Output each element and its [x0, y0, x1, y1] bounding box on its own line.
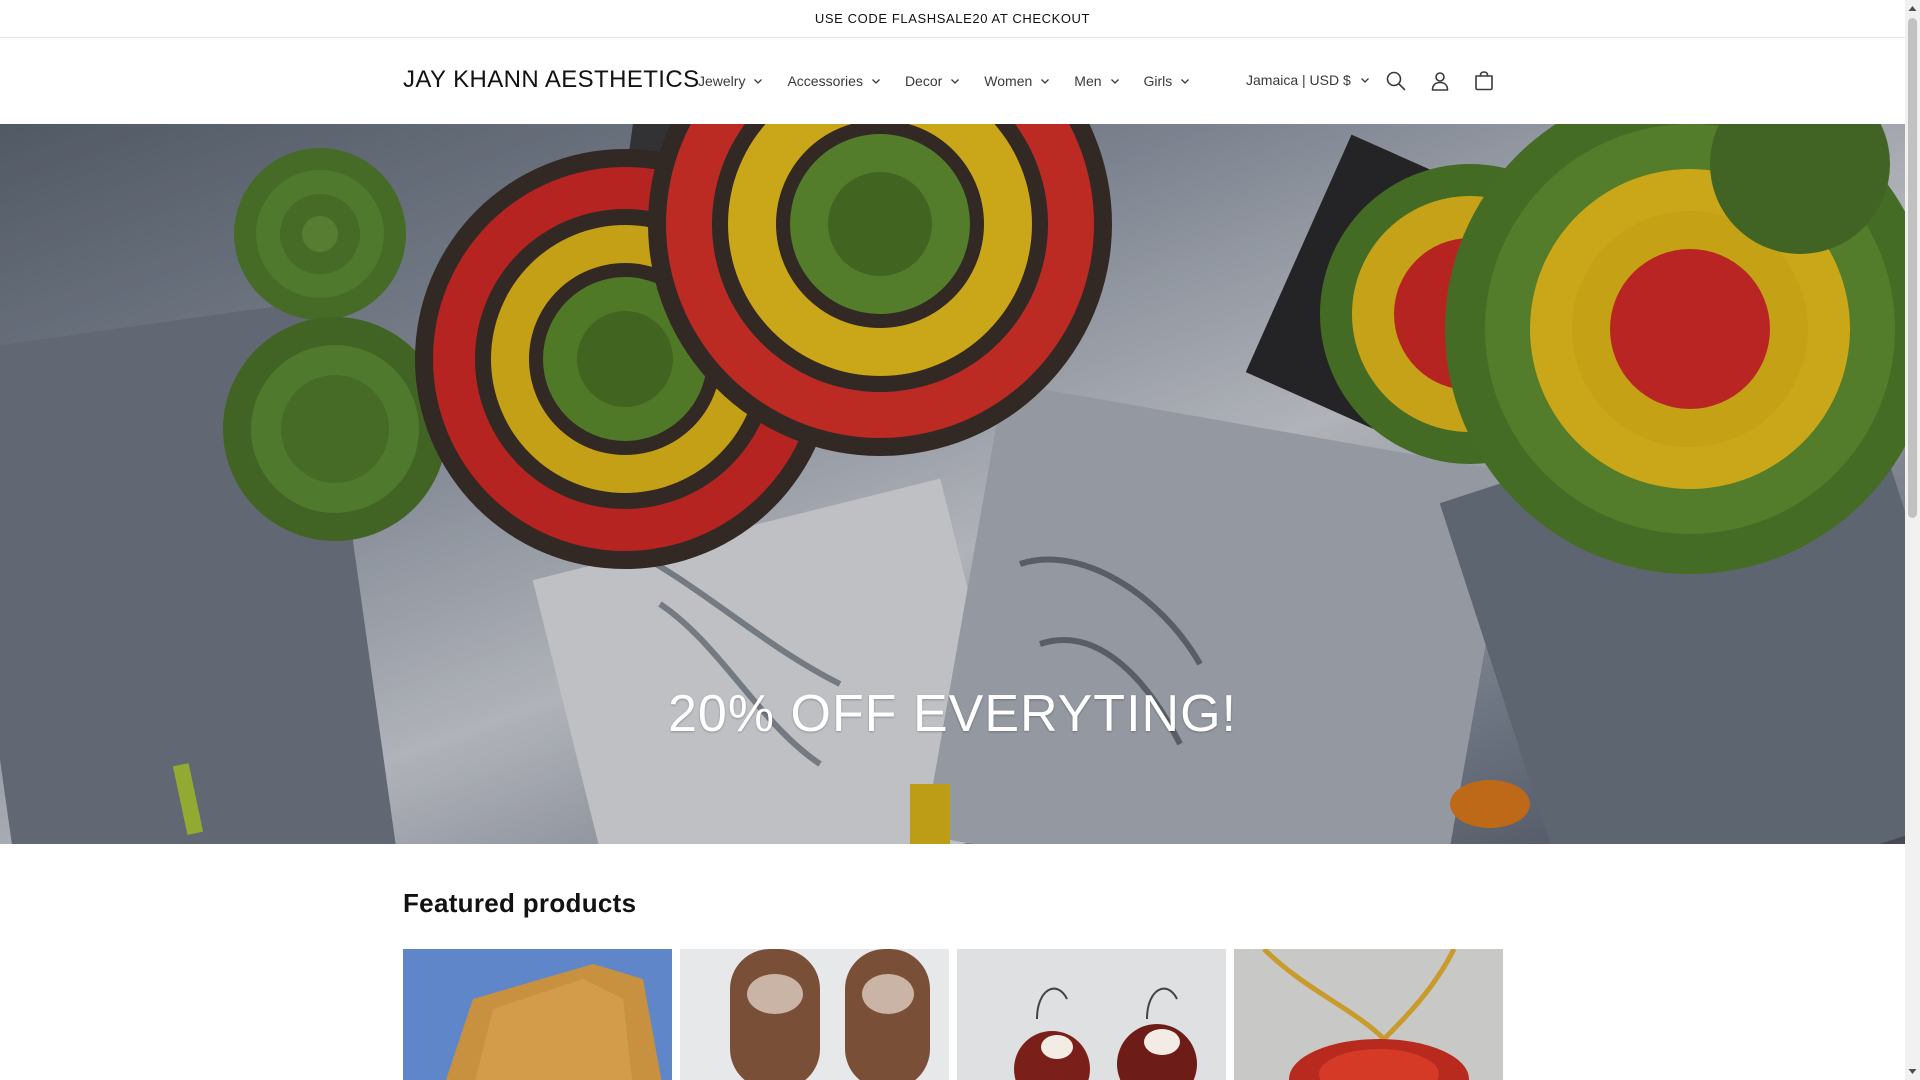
- country-currency-selector[interactable]: Jamaica | USD $: [1236, 60, 1380, 100]
- chevron-down-icon: [754, 78, 763, 84]
- scrollbar-thumb[interactable]: [1908, 18, 1917, 518]
- scroll-up-arrow-icon[interactable]: [1908, 3, 1917, 15]
- product-card[interactable]: [680, 949, 949, 1080]
- chevron-down-icon: [951, 78, 960, 84]
- main-nav: Jewelry Accessories Decor Women Men Girl…: [686, 38, 1202, 123]
- announcement-bar: USE CODE FLASHSALE20 AT CHECKOUT: [0, 0, 1905, 38]
- product-card[interactable]: [1234, 949, 1503, 1080]
- nav-item-decor[interactable]: Decor: [893, 61, 972, 101]
- site-header: JAY KHANN AESTHETICS Jewelry Accessories…: [0, 38, 1905, 123]
- nav-item-label: Men: [1074, 72, 1102, 89]
- nav-item-label: Girls: [1143, 72, 1173, 89]
- nav-item-label: Accessories: [787, 72, 863, 89]
- cart-button[interactable]: [1462, 59, 1506, 103]
- product-image: [1234, 949, 1503, 1080]
- chevron-down-icon: [1110, 78, 1119, 84]
- page-scrollbar[interactable]: [1905, 0, 1920, 1080]
- product-image: [957, 949, 1226, 1080]
- nav-item-label: Women: [984, 72, 1033, 89]
- nav-item-jewelry[interactable]: Jewelry: [686, 61, 775, 101]
- product-grid: [403, 949, 1503, 1080]
- page: USE CODE FLASHSALE20 AT CHECKOUT JAY KHA…: [0, 0, 1905, 1080]
- chevron-down-icon: [1360, 78, 1369, 83]
- hero-title: 20% OFF EVERYTING!: [668, 685, 1237, 743]
- search-button[interactable]: [1374, 59, 1418, 103]
- nav-item-label: Decor: [904, 72, 943, 89]
- cart-icon: [1475, 71, 1493, 91]
- nav-item-accessories[interactable]: Accessories: [775, 61, 892, 101]
- account-icon: [1431, 72, 1449, 91]
- product-image: [680, 949, 949, 1080]
- nav-item-label: Jewelry: [698, 72, 746, 89]
- site-logo[interactable]: JAY KHANN AESTHETICS: [403, 66, 700, 94]
- nav-item-girls[interactable]: Girls: [1132, 61, 1203, 101]
- scroll-down-arrow-icon[interactable]: [1908, 1065, 1917, 1077]
- chevron-down-icon: [1181, 78, 1190, 84]
- hero-banner[interactable]: 20% OFF EVERYTING!: [0, 124, 1905, 844]
- country-currency-label: Jamaica | USD $: [1246, 72, 1351, 88]
- product-image: [403, 949, 672, 1080]
- nav-item-women[interactable]: Women: [972, 61, 1062, 101]
- search-icon: [1386, 71, 1406, 91]
- featured-products-title: Featured products: [403, 888, 637, 918]
- account-button[interactable]: [1418, 59, 1462, 103]
- chevron-down-icon: [1041, 78, 1050, 84]
- announcement-text: USE CODE FLASHSALE20 AT CHECKOUT: [814, 11, 1091, 26]
- chevron-down-icon: [871, 78, 880, 84]
- nav-item-men[interactable]: Men: [1062, 61, 1131, 101]
- product-card[interactable]: [957, 949, 1226, 1080]
- product-card[interactable]: [403, 949, 672, 1080]
